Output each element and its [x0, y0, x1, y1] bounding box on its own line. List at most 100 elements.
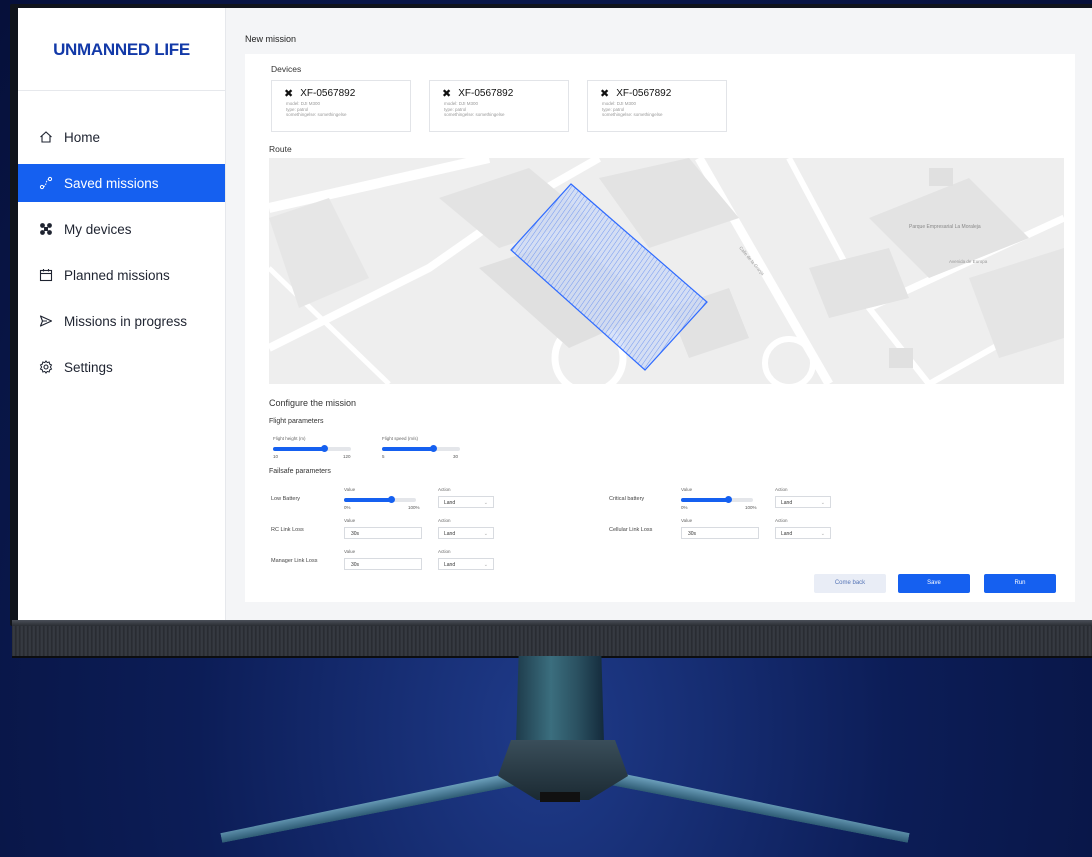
sidebar: UNMANNED LIFE Home Saved missions My dev…	[18, 8, 226, 620]
value-caption: Value	[681, 487, 693, 492]
slider-fill	[344, 498, 391, 502]
come-back-button[interactable]: Come back	[814, 574, 886, 593]
device-card[interactable]: ✖ XF-0567892 model: DJI M300 type: patrol s…	[429, 80, 569, 132]
value-caption: Value	[344, 518, 356, 523]
critical-battery-min: 0%	[681, 505, 688, 510]
device-name: XF-0567892	[300, 88, 356, 99]
action-caption: Action	[438, 518, 451, 523]
monitor-stand-leg-right	[594, 768, 911, 843]
flight-speed-slider[interactable]	[382, 445, 460, 452]
manager-link-loss-input[interactable]: 30s	[344, 558, 422, 570]
flight-params-label: Flight parameters	[269, 418, 324, 425]
critical-battery-max: 100%	[745, 505, 757, 510]
rc-link-loss-label: RC Link Loss	[271, 527, 304, 533]
flight-speed-min: 5	[382, 454, 385, 459]
manager-link-loss-action-select[interactable]: Land ⌄	[438, 558, 494, 570]
rc-link-loss-input[interactable]: 30s	[344, 527, 422, 539]
sidebar-item-saved-missions[interactable]: Saved missions	[18, 164, 225, 202]
rc-link-loss-action-select[interactable]: Land ⌄	[438, 527, 494, 539]
chevron-down-icon: ⌄	[820, 500, 825, 506]
monitor-stand-hub	[498, 740, 628, 800]
drone-icon	[38, 221, 54, 237]
slider-fill	[382, 447, 433, 451]
slider-knob[interactable]	[429, 445, 437, 452]
sidebar-nav: Home Saved missions My devices Planned m…	[18, 118, 225, 394]
value-caption: Value	[681, 518, 693, 523]
slider-knob[interactable]	[320, 445, 328, 452]
app-logo: UNMANNED LIFE	[53, 40, 190, 59]
sidebar-item-my-devices[interactable]: My devices	[18, 210, 225, 248]
route-map[interactable]: Parque Empresarial La Moraleja Avenida d…	[269, 158, 1064, 384]
map-label: Avenida de Europa	[949, 259, 988, 264]
calendar-icon	[38, 267, 54, 283]
select-value: Land	[444, 562, 456, 568]
main-content: New mission Devices ✖ XF-0567892 model: D…	[225, 8, 1092, 620]
cellular-link-loss-input[interactable]: 30s	[681, 527, 759, 539]
sidebar-item-label: Planned missions	[64, 267, 170, 283]
sidebar-item-planned-missions[interactable]: Planned missions	[18, 256, 225, 294]
configure-label: Configure the mission	[269, 398, 357, 408]
flight-height-slider[interactable]	[273, 445, 351, 452]
device-card[interactable]: ✖ XF-0567892 model: DJI M300 type: patrol s…	[271, 80, 411, 132]
flight-speed-max: 30	[453, 454, 459, 459]
sidebar-item-label: Missions in progress	[64, 313, 188, 329]
route-label: Route	[269, 144, 292, 154]
low-battery-action-select[interactable]: Land ⌄	[438, 496, 494, 508]
drone-icon: ✖	[284, 88, 294, 100]
slider-fill	[681, 498, 728, 502]
select-value: Land	[781, 531, 793, 537]
sidebar-item-label: Saved missions	[64, 175, 159, 191]
sidebar-item-settings[interactable]: Settings	[18, 348, 225, 386]
drone-icon: ✖	[442, 88, 452, 100]
chevron-down-icon: ⌄	[483, 500, 488, 506]
flight-speed-label: Flight speed (m/s)	[382, 436, 419, 441]
home-icon	[38, 129, 54, 145]
sidebar-item-home[interactable]: Home	[18, 118, 225, 156]
cellular-link-loss-label: Cellular Link Loss	[609, 527, 653, 533]
failsafe-params-label: Failsafe parameters	[269, 468, 331, 475]
low-battery-slider[interactable]	[344, 496, 416, 503]
low-battery-min: 0%	[344, 505, 351, 510]
low-battery-max: 100%	[408, 505, 420, 510]
slider-fill	[273, 447, 324, 451]
monitor-chin	[12, 620, 1092, 658]
chevron-down-icon: ⌄	[483, 531, 488, 537]
device-name: XF-0567892	[458, 88, 514, 99]
flight-height-label: Flight height (m)	[273, 436, 306, 441]
sidebar-divider	[18, 90, 225, 91]
slider-knob[interactable]	[724, 496, 732, 503]
run-button[interactable]: Run	[984, 574, 1056, 593]
chevron-down-icon: ⌄	[483, 562, 488, 568]
save-button[interactable]: Save	[898, 574, 970, 593]
action-caption: Action	[438, 487, 451, 492]
device-card[interactable]: ✖ XF-0567892 model: DJI M300 type: patrol s…	[587, 80, 727, 132]
value-caption: Value	[344, 549, 356, 554]
chevron-down-icon: ⌄	[820, 531, 825, 537]
screen: UNMANNED LIFE Home Saved missions My dev…	[18, 8, 1092, 620]
map-label: Parque Empresarial La Moraleja	[909, 224, 981, 230]
device-name: XF-0567892	[616, 88, 672, 99]
mission-panel: Devices ✖ XF-0567892 model: DJI M300 type:…	[245, 54, 1075, 602]
device-extra: somethingelse: somethingelse	[602, 112, 663, 117]
value-caption: Value	[344, 487, 356, 492]
cellular-link-loss-action-select[interactable]: Land ⌄	[775, 527, 831, 539]
action-caption: Action	[438, 549, 451, 554]
slider-knob[interactable]	[387, 496, 395, 503]
select-value: Land	[444, 500, 456, 506]
monitor-stand-leg-left	[220, 768, 537, 843]
drone-icon: ✖	[600, 88, 610, 100]
sidebar-item-missions-in-progress[interactable]: Missions in progress	[18, 302, 225, 340]
low-battery-label: Low Battery	[271, 496, 301, 502]
device-extra: somethingelse: somethingelse	[286, 112, 347, 117]
select-value: Land	[781, 500, 793, 506]
manager-link-loss-label: Manager Link Loss	[271, 558, 318, 564]
critical-battery-label: Critical battery	[609, 496, 645, 502]
critical-battery-action-select[interactable]: Land ⌄	[775, 496, 831, 508]
gear-icon	[38, 359, 54, 375]
action-caption: Action	[775, 487, 788, 492]
select-value: Land	[444, 531, 456, 537]
devices-label: Devices	[271, 64, 302, 74]
device-extra: somethingelse: somethingelse	[444, 112, 505, 117]
critical-battery-slider[interactable]	[681, 496, 753, 503]
flight-height-max: 120	[343, 454, 351, 459]
